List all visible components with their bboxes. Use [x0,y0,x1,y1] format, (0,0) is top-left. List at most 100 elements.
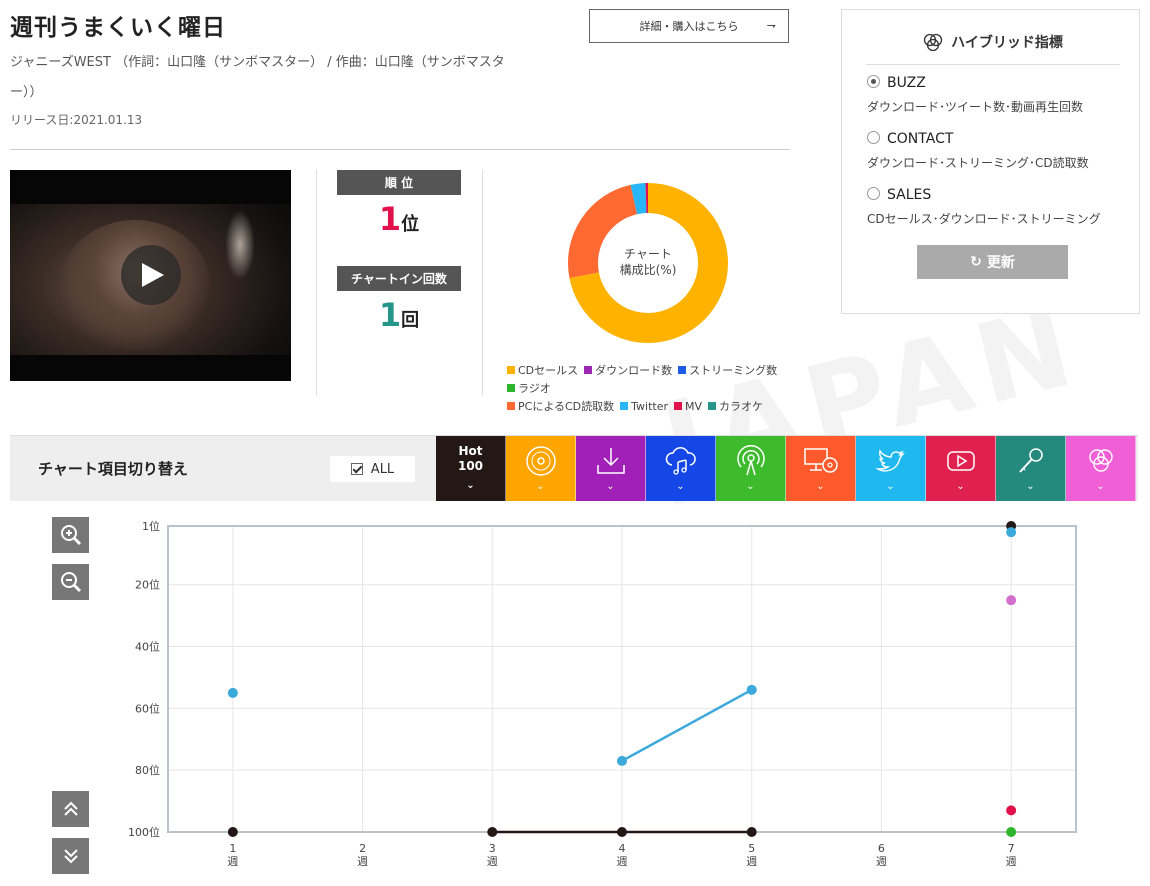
category-cd-button[interactable]: ⌄ [506,436,576,501]
legend-item: ダウンロード数 [584,362,672,380]
divider [482,170,483,395]
data-point [746,827,757,837]
legend-label: ラジオ [518,382,551,395]
update-button[interactable]: ↻ 更新 [917,245,1068,279]
y-tick-label: 60位 [135,701,160,715]
chevron-down-icon: ⌄ [1096,481,1105,492]
radio-sales-indicator[interactable] [867,187,880,200]
song-title: 週刊うまくいく曜日 [10,15,226,41]
data-point [227,687,238,698]
letterbox-bottom [10,355,291,381]
category-twitter-button[interactable]: ⌄ [856,436,926,501]
category-hot100-button[interactable]: Hot 100 ⌄ [436,436,506,501]
legend-swatch [620,402,629,410]
cd-icon [525,446,556,476]
category-radio-button[interactable]: ⌄ [716,436,786,501]
radio-sales-label: SALES [887,187,932,203]
legend-swatch [708,402,717,410]
legend-item: PCによるCD読取数 [507,398,614,416]
radio-contact[interactable]: CONTACT [867,128,953,147]
chartin-number: 1 [378,296,402,334]
data-point [1006,527,1017,538]
arrow-icon: ⇁ [766,19,776,32]
chevron-down-icon: ⌄ [746,481,755,492]
radio-buzz-indicator[interactable] [867,75,880,88]
category-download-button[interactable]: ⌄ [576,436,646,501]
chevron-down-icon: ⌄ [956,481,965,492]
play-button[interactable] [121,245,181,305]
hot100-line1: Hot [458,444,483,458]
category-streaming-button[interactable]: ⌄ [646,436,716,501]
song-credits: ジャニーズWEST （作詞：山口隆（サンボマスター） / 作曲：山口隆（サンボマ… [10,55,505,100]
legend-item: CDセールス [507,362,578,380]
radio-sales[interactable]: SALES [867,184,931,203]
rank-unit: 位 [401,214,420,235]
video-thumbnail[interactable] [10,170,291,381]
data-point [227,827,238,837]
chart-switch-label: チャート項目切り替え [38,460,188,478]
data-point [617,827,627,837]
x-tick-unit: 週 [746,855,757,868]
donut-center-line2: 構成比(%) [619,263,677,277]
hybrid-title: ハイブリッド指標 [866,20,1120,65]
legend-swatch [507,384,515,392]
legend-label: MV [685,400,703,413]
y-tick-label: 100位 [128,825,160,839]
x-tick-label: 7 [1008,842,1015,855]
data-point [1006,805,1017,816]
x-tick-label: 4 [619,842,626,855]
y-tick-label: 20位 [135,578,160,592]
legend-item: MV [674,398,702,416]
legend-swatch [507,366,515,374]
legend-label: カラオケ [719,400,764,413]
chartin-value: 1回 [337,296,461,334]
y-tick-label: 80位 [135,763,160,777]
x-tick-unit: 週 [227,855,238,868]
radio-buzz[interactable]: BUZZ [867,72,926,91]
donut-slice [630,183,647,215]
chevron-down-icon: ⌄ [816,481,825,492]
y-tick-label: 1位 [142,519,160,533]
all-checkbox[interactable]: ALL [330,456,415,482]
chevron-down-icon: ⌄ [1026,481,1035,492]
category-karaoke-button[interactable]: ⌄ [996,436,1066,501]
data-point [487,827,498,837]
data-point [746,684,757,695]
legend-item: ラジオ [507,380,551,398]
legend-swatch [507,402,515,410]
pc-cd-icon [803,448,838,473]
donut-legend: CDセールス ダウンロード数 ストリーミング数ラジオ PCによるCD読取数 Twitte… [507,362,817,416]
radio-contact-indicator[interactable] [867,131,880,144]
category-pc-cd-button[interactable]: ⌄ [786,436,856,501]
hybrid-title-text: ハイブリッド指標 [951,35,1063,51]
buy-details-button[interactable]: 詳細・購入はこちら ⇁ [589,9,789,43]
radio-contact-label: CONTACT [887,131,954,147]
play-icon [142,263,164,287]
data-point [617,755,627,766]
karaoke-icon [1018,448,1043,473]
donut-center-label: チャート 構成比(%) [598,246,698,278]
chevron-down-icon: ⌄ [466,480,475,491]
legend-swatch [674,402,683,410]
chevron-down-icon: ⌄ [606,481,615,492]
category-hybrid-button[interactable]: ⌄ [1066,436,1136,501]
legend-label: Twitter [631,400,669,413]
legend-label: ストリーミング数 [689,364,778,377]
x-tick-unit: 週 [1006,855,1017,868]
x-tick-unit: 週 [876,855,887,868]
legend-swatch [678,366,687,374]
chevron-down-icon: ⌄ [676,481,685,492]
category-mv-button[interactable]: ⌄ [926,436,996,501]
x-tick-unit: 週 [487,855,498,868]
chartin-label: チャートイン回数 [337,266,461,291]
hybrid-index-panel: ハイブリッド指標 BUZZ ダウンロード･ツイート数･動画再生回数 CONTAC… [841,9,1140,314]
x-tick-label: 2 [359,842,366,855]
x-tick-label: 5 [748,842,755,855]
data-point [1006,595,1017,606]
legend-label: ダウンロード数 [595,364,673,377]
y-tick-label: 40位 [135,640,160,654]
chevron-down-icon: ⌄ [886,481,895,492]
x-tick-label: 3 [489,842,496,855]
hybrid-icon [1088,449,1113,472]
legend-label: CDセールス [518,364,579,377]
